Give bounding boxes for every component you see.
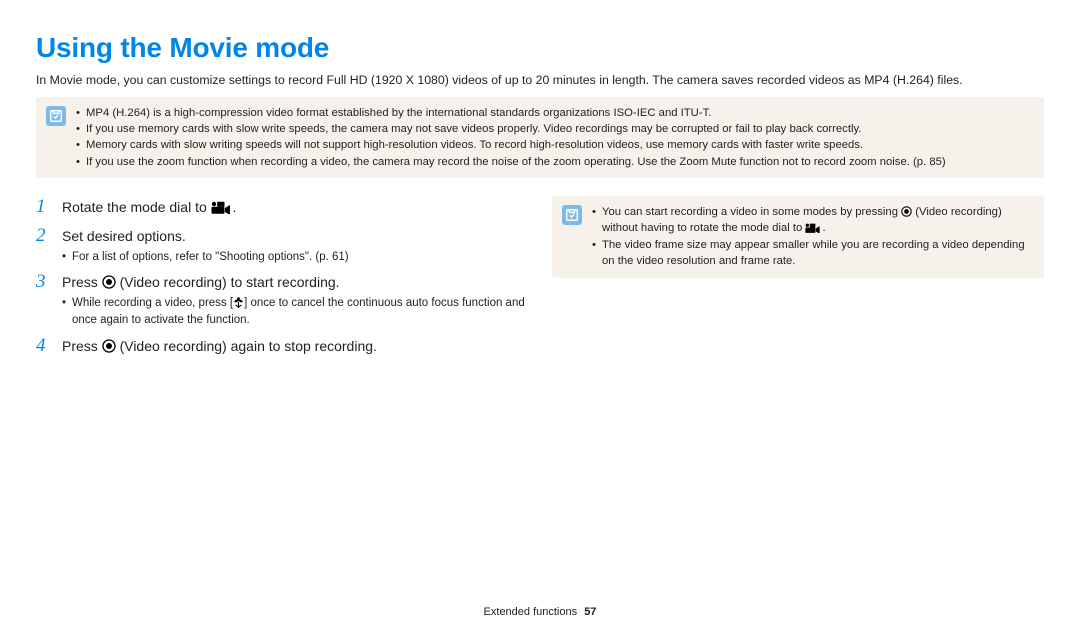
- step-sub-text: While recording a video, press [] once t…: [62, 295, 526, 328]
- step-number: 3: [36, 271, 52, 294]
- top-note-list: MP4 (H.264) is a high-compression video …: [76, 105, 946, 171]
- right-note-item: You can start recording a video in some …: [592, 204, 1034, 237]
- movie-mode-icon: [211, 201, 233, 214]
- right-note-box: You can start recording a video in some …: [552, 196, 1044, 278]
- step-text: Set desired options.: [62, 227, 526, 246]
- step-4: 4 Press (Video recording) again to stop …: [36, 335, 526, 358]
- steps-list: 1 Rotate the mode dial to . 2 Set desire…: [36, 196, 526, 357]
- step-number: 1: [36, 196, 52, 219]
- right-note-list: You can start recording a video in some …: [592, 204, 1034, 270]
- steps-column: 1 Rotate the mode dial to . 2 Set desire…: [36, 196, 526, 363]
- footer-page-number: 57: [584, 606, 596, 618]
- step-2: 2 Set desired options. For a list of opt…: [36, 225, 526, 266]
- page-footer: Extended functions 57: [0, 606, 1080, 618]
- top-note-box: MP4 (H.264) is a high-compression video …: [36, 97, 1044, 179]
- step-number: 4: [36, 335, 52, 358]
- top-note-item: If you use memory cards with slow write …: [76, 121, 946, 137]
- top-note-item: Memory cards with slow writing speeds wi…: [76, 137, 946, 153]
- step-sub-text: For a list of options, refer to "Shootin…: [62, 249, 526, 266]
- step-3: 3 Press (Video recording) to start recor…: [36, 271, 526, 328]
- record-button-icon: [102, 275, 116, 289]
- side-note-column: You can start recording a video in some …: [552, 196, 1044, 363]
- record-button-icon: [901, 206, 912, 217]
- step-text: Press (Video recording) to start recordi…: [62, 273, 526, 292]
- intro-paragraph: In Movie mode, you can customize setting…: [36, 72, 1044, 89]
- step-text: Press (Video recording) again to stop re…: [62, 337, 526, 356]
- right-note-item: The video frame size may appear smaller …: [592, 237, 1034, 270]
- top-note-item: If you use the zoom function when record…: [76, 154, 946, 170]
- footer-section: Extended functions: [484, 606, 578, 618]
- manual-page: Using the Movie mode In Movie mode, you …: [0, 0, 1080, 630]
- movie-mode-icon: [805, 223, 822, 233]
- macro-flower-icon: [233, 296, 244, 308]
- record-button-icon: [102, 339, 116, 353]
- step-text: Rotate the mode dial to .: [62, 198, 526, 217]
- step-number: 2: [36, 225, 52, 248]
- note-icon: [562, 205, 582, 225]
- page-title: Using the Movie mode: [36, 32, 1044, 64]
- content-columns: 1 Rotate the mode dial to . 2 Set desire…: [36, 196, 1044, 363]
- note-icon: [46, 106, 66, 126]
- step-1: 1 Rotate the mode dial to .: [36, 196, 526, 219]
- top-note-item: MP4 (H.264) is a high-compression video …: [76, 105, 946, 121]
